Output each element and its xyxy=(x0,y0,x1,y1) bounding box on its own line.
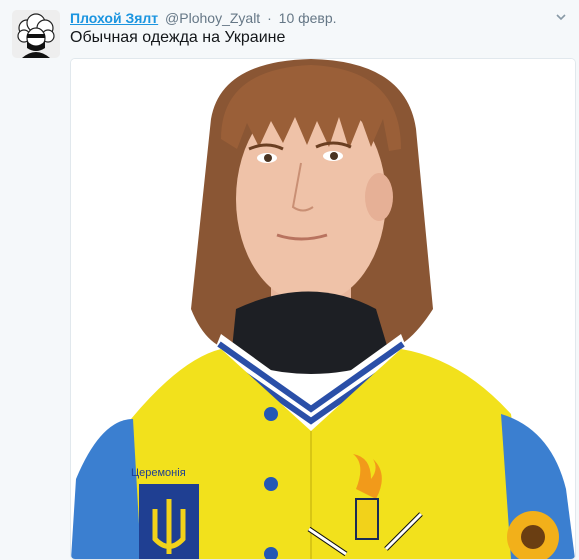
separator-dot: · xyxy=(267,10,272,26)
tweet-text: Обычная одежда на Украине xyxy=(70,29,286,46)
author-name[interactable]: Плохой Зялт xyxy=(70,10,158,26)
author-handle[interactable]: @Plohoy_Zyalt xyxy=(165,10,260,26)
avatar-image xyxy=(12,10,60,58)
photo-image xyxy=(71,59,575,559)
tweet: Плохой Зялт @Plohoy_Zyalt · 10 февр. Обы… xyxy=(0,0,579,560)
photo-patch-text: Церемонія xyxy=(131,467,186,479)
avatar[interactable] xyxy=(12,10,60,58)
chevron-down-icon[interactable] xyxy=(555,10,567,22)
timestamp-link[interactable]: 10 февр. xyxy=(279,10,337,26)
tweet-photo[interactable]: Церемонія xyxy=(70,58,576,560)
tweet-header: Плохой Зялт @Plohoy_Zyalt · 10 февр. xyxy=(70,8,550,28)
